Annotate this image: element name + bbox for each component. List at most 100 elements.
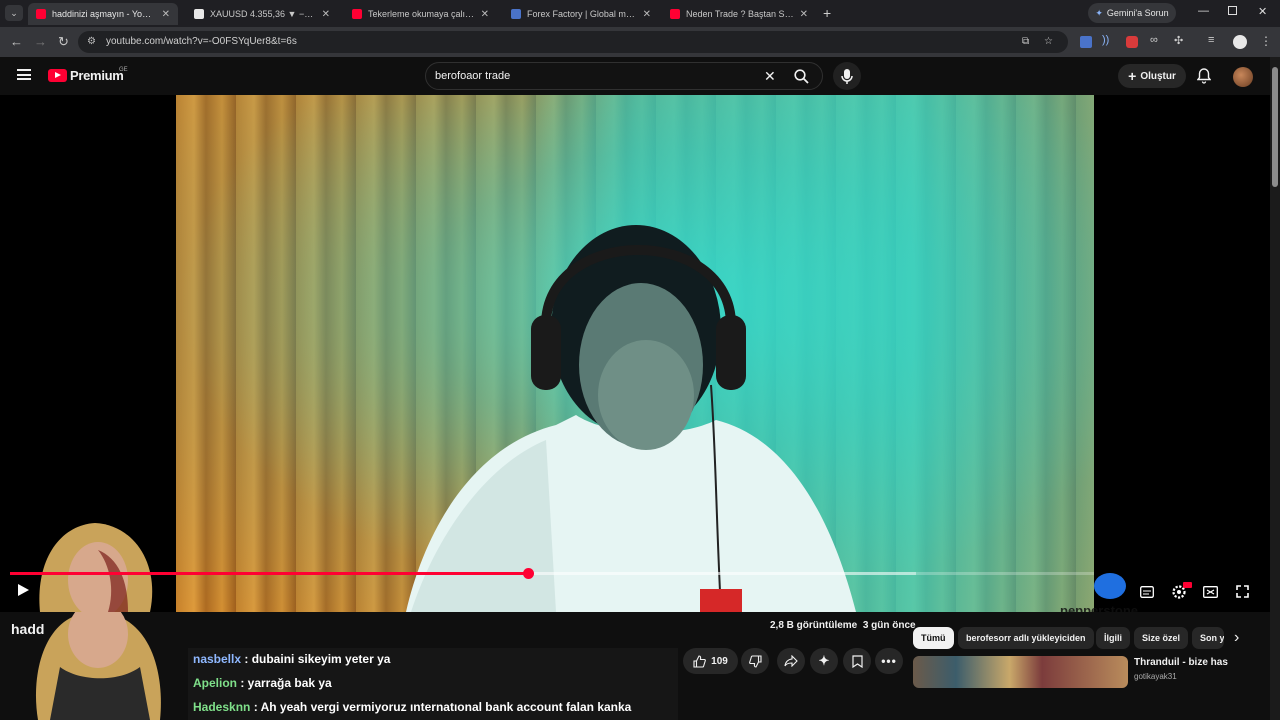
bookmark-star-icon[interactable]: ☆ <box>1044 31 1053 53</box>
gemini-button[interactable]: ✦ Gemini'a Sorun <box>1088 3 1176 23</box>
video-person <box>406 225 856 612</box>
close-tab-icon[interactable]: ✕ <box>322 9 330 20</box>
browser-tab-strip: ⌄ haddinizi aşmayın - YouTube ✕ XAUUSD 4… <box>0 0 1280 27</box>
like-count: 109 <box>711 655 728 667</box>
tab-label: Forex Factory | Global markets f <box>527 9 637 19</box>
play-icon <box>18 584 29 596</box>
forward-arrow-icon[interactable]: → <box>34 33 47 51</box>
site-info-icon[interactable]: ⚙ <box>87 31 96 53</box>
page-scrollbar[interactable] <box>1270 57 1280 720</box>
tab-search-dropdown-icon[interactable]: ⌄ <box>5 5 23 21</box>
youtube-favicon-icon <box>352 9 362 19</box>
chat-message: Hadesknn : Ah yeah vergi vermiyoruz ınte… <box>193 700 631 714</box>
chip-recent[interactable]: Son y <box>1192 627 1224 649</box>
chip-for-you[interactable]: Size özel <box>1134 627 1189 649</box>
voice-search-button[interactable] <box>833 62 861 90</box>
close-tab-icon[interactable]: ✕ <box>162 9 170 20</box>
bookmark-icon <box>851 654 863 668</box>
tab-label: haddinizi aşmayın - YouTube <box>52 9 156 19</box>
miniplayer-icon <box>1203 586 1218 598</box>
view-count: 2,8 B görüntüleme <box>770 620 858 631</box>
extension-glasses-icon[interactable]: ∞ <box>1150 34 1158 46</box>
gemini-button-label: Gemini'a Sorun <box>1106 8 1169 18</box>
create-button[interactable]: + Oluştur <box>1118 64 1186 88</box>
more-actions-button[interactable]: ••• <box>875 648 903 674</box>
pepperstone-logo-icon <box>1094 573 1126 599</box>
hd-badge-icon <box>1183 582 1192 588</box>
browser-tab-1[interactable]: XAUUSD 4.355,36 ▼ −1.21% Al ✕ <box>186 3 338 25</box>
reload-icon[interactable]: ↻ <box>58 33 69 51</box>
browser-tab-3[interactable]: Forex Factory | Global markets f ✕ <box>503 3 659 25</box>
chat-text: : dubaini sikeyim yeter ya <box>241 652 391 666</box>
browser-tab-0[interactable]: haddinizi aşmayın - YouTube ✕ <box>28 3 178 25</box>
media-controls-icon[interactable]: ≡ <box>1208 34 1214 46</box>
chat-message: Apelion : yarrağa bak ya <box>193 676 332 690</box>
youtube-masthead: Premium GE berofoaor trade ✕ + Oluştur <box>0 57 1270 95</box>
ask-ai-button[interactable]: ✦ <box>810 648 838 674</box>
like-button[interactable]: 109 <box>683 648 738 674</box>
progress-played <box>10 572 529 575</box>
search-query: berofoaor trade <box>435 70 511 82</box>
browser-menu-icon[interactable]: ⋮ <box>1260 34 1272 48</box>
dislike-button[interactable] <box>741 648 769 674</box>
chat-username: Hadesknn <box>193 700 251 714</box>
browser-toolbar: ← → ↻ ⚙ youtube.com/watch?v=-O0FSYqUer8&… <box>0 27 1280 57</box>
logo-text: Premium <box>70 68 124 83</box>
extension-translate-icon[interactable] <box>1080 36 1092 48</box>
minimize-window-icon[interactable]: — <box>1198 5 1209 17</box>
subtitles-button[interactable] <box>1140 586 1154 598</box>
recommendation-channel[interactable]: gotikayak31 <box>1134 672 1177 681</box>
video-title: hadd <box>11 621 45 637</box>
browser-tab-4[interactable]: Neden Trade ? Baştan Sona Tra ✕ <box>662 3 816 25</box>
extension-audio-icon[interactable]: )) <box>1102 34 1109 46</box>
extensions-puzzle-icon[interactable]: ✣ <box>1174 34 1183 47</box>
recommendation-title[interactable]: Thranduil - bize has <box>1134 657 1228 668</box>
tab-label: Tekerleme okumaya çalışan çoc <box>368 9 475 19</box>
install-app-icon[interactable]: ⧉ <box>1022 31 1029 53</box>
play-button[interactable] <box>16 583 30 597</box>
youtube-premium-logo[interactable]: Premium <box>48 68 124 83</box>
video-player[interactable]: pepperstone <box>0 95 1270 612</box>
recommendation-thumbnail[interactable] <box>913 656 1128 688</box>
share-button[interactable] <box>777 648 805 674</box>
scrollbar-thumb[interactable] <box>1272 67 1278 187</box>
search-icon[interactable] <box>794 69 809 84</box>
notifications-bell-icon[interactable] <box>1197 68 1211 84</box>
chat-message: nasbellx : dubaini sikeyim yeter ya <box>193 652 390 666</box>
more-horizontal-icon: ••• <box>881 654 897 668</box>
forexfactory-favicon-icon <box>511 9 521 19</box>
close-tab-icon[interactable]: ✕ <box>481 9 489 20</box>
save-button[interactable] <box>843 648 871 674</box>
view-info: 2,8 B görüntüleme 3 gün önce <box>770 620 916 631</box>
account-avatar[interactable] <box>1233 67 1253 87</box>
fullscreen-button[interactable] <box>1236 585 1249 598</box>
clear-search-icon[interactable]: ✕ <box>764 68 776 85</box>
chip-all[interactable]: Tümü <box>913 627 954 649</box>
new-tab-button[interactable]: + <box>823 5 831 21</box>
search-input[interactable]: berofoaor trade ✕ <box>425 62 823 90</box>
chip-related[interactable]: İlgili <box>1096 627 1130 649</box>
close-window-icon[interactable]: ✕ <box>1258 5 1267 18</box>
watermark-text: pepperstone <box>1060 603 1139 612</box>
maximize-window-icon[interactable] <box>1228 6 1237 15</box>
browser-tab-2[interactable]: Tekerleme okumaya çalışan çoc ✕ <box>344 3 497 25</box>
hamburger-menu-icon[interactable] <box>17 69 31 80</box>
video-frame[interactable] <box>176 95 1094 612</box>
share-arrow-icon <box>784 655 798 667</box>
tradingview-favicon-icon <box>194 9 204 19</box>
profile-avatar-icon[interactable] <box>1233 35 1247 49</box>
miniplayer-button[interactable] <box>1203 586 1218 598</box>
chat-username: Apelion <box>193 676 237 690</box>
thumbs-down-icon <box>748 654 762 668</box>
close-tab-icon[interactable]: ✕ <box>800 9 808 20</box>
chip-from-uploader[interactable]: berofesorr adlı yükleyiciden <box>958 627 1094 649</box>
tab-label: XAUUSD 4.355,36 ▼ −1.21% Al <box>210 9 316 19</box>
chat-username: nasbellx <box>193 652 242 666</box>
extension-red-icon[interactable] <box>1126 36 1138 48</box>
back-arrow-icon[interactable]: ← <box>10 33 23 51</box>
chips-next-arrow-icon[interactable]: › <box>1234 628 1239 648</box>
close-tab-icon[interactable]: ✕ <box>643 9 651 20</box>
gemini-sparkle-icon: ✦ <box>1095 7 1103 18</box>
address-bar[interactable]: ⚙ youtube.com/watch?v=-O0FSYqUer8&t=6s ⧉… <box>78 31 1068 53</box>
progress-bar[interactable] <box>10 568 1094 579</box>
